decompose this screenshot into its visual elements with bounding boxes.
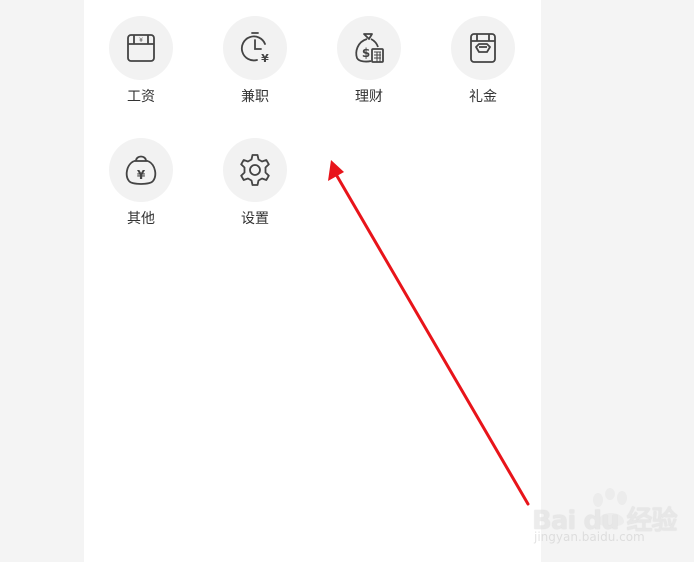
annotation-arrow <box>328 160 530 506</box>
watermark-site: jingyan.baidu.com <box>534 530 645 544</box>
baidu-watermark: Bai du 经验 jingyan.baidu.com <box>532 488 682 554</box>
